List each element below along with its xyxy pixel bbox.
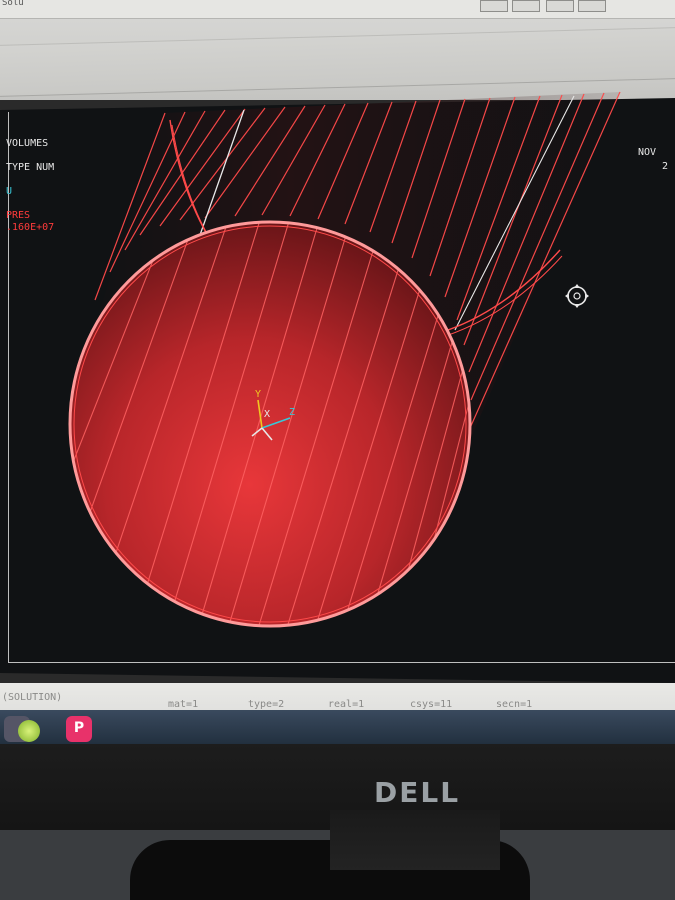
toolbar-button-3[interactable] — [546, 0, 574, 12]
toolbar-button-2[interactable] — [512, 0, 540, 12]
legend-volumes: VOLUMES — [6, 138, 49, 149]
status-mat: mat=1 — [168, 699, 199, 710]
taskbar: P — [0, 710, 675, 744]
status-mode: (SOLUTION) — [2, 692, 63, 703]
window-title: Solu — [2, 0, 24, 8]
status-secn: secn=1 — [496, 699, 533, 710]
viewport-legend: VOLUMES TYPE NUM U PRES .160E+07 — [6, 138, 54, 246]
top-toolbar: Solu — [0, 0, 675, 19]
toolbar-button-4[interactable] — [578, 0, 606, 12]
status-csys: csys=11 — [410, 699, 453, 710]
legend-pres: PRES — [6, 210, 31, 221]
date-month: NOV — [638, 147, 657, 158]
status-type: type=2 — [248, 699, 285, 710]
taskbar-green-app-icon[interactable] — [18, 720, 40, 742]
status-real: real=1 — [328, 699, 365, 710]
date-stamp: NOV 2 — [638, 146, 668, 174]
dynamic-rotate-icon[interactable] — [561, 280, 593, 312]
toolbar-button-1[interactable] — [480, 0, 508, 12]
date-year: 2 — [662, 161, 669, 172]
legend-type-num: TYPE NUM — [6, 162, 55, 173]
viewport-frame — [8, 112, 675, 663]
legend-pres-value: .160E+07 — [6, 222, 55, 233]
legend-u: U — [6, 186, 13, 197]
taskbar-pdf-app-icon[interactable]: P — [66, 716, 92, 742]
monitor-brand-logo: DELL — [374, 776, 461, 809]
monitor-stand — [330, 810, 500, 870]
